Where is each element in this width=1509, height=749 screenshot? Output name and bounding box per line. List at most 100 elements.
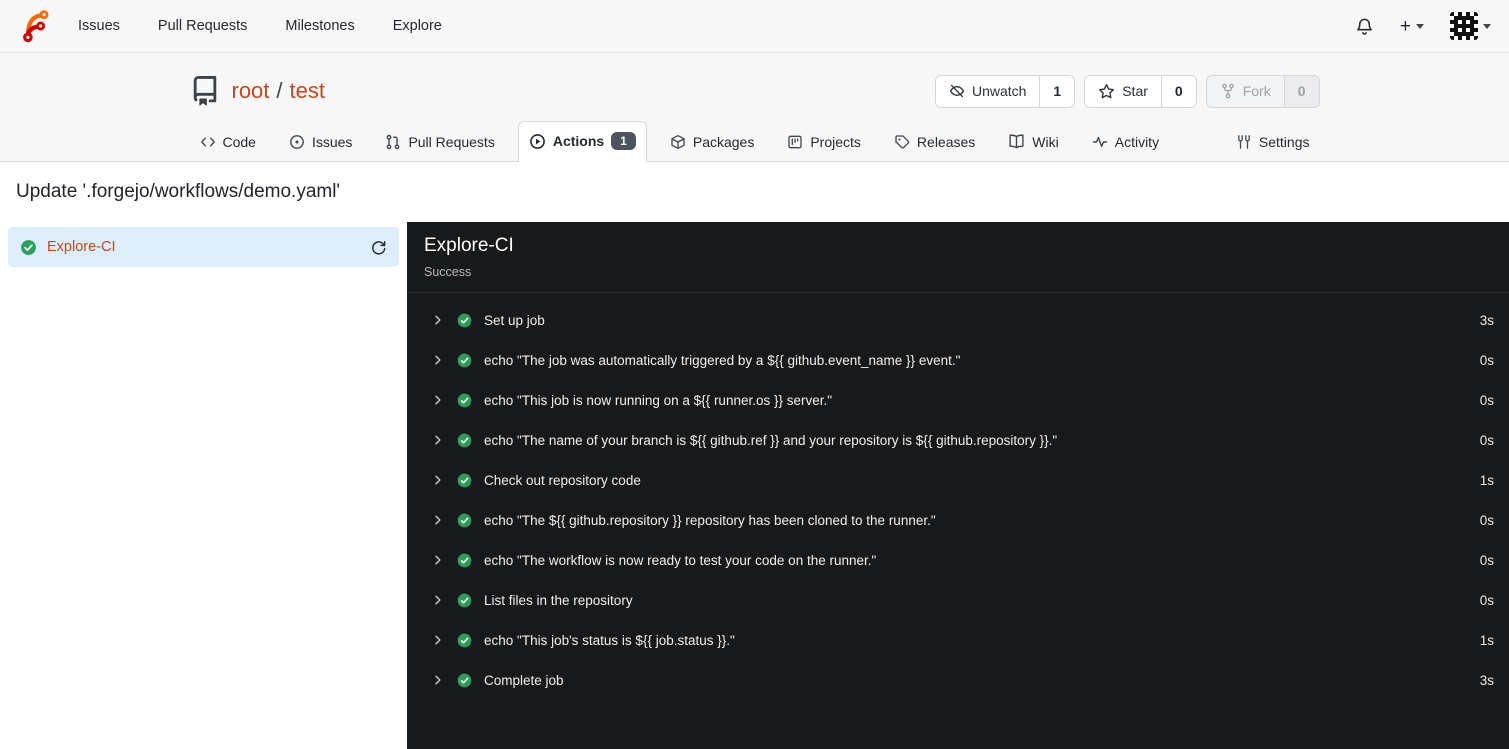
fork-button-group: Fork 0 xyxy=(1205,74,1320,108)
nav-link-pull-requests[interactable]: Pull Requests xyxy=(158,18,247,34)
play-circle-icon xyxy=(529,133,546,150)
breadcrumb-separator: / xyxy=(276,78,283,103)
tab-projects[interactable]: Projects xyxy=(777,124,871,161)
step-row[interactable]: Set up job 3s xyxy=(407,300,1509,340)
tab-settings[interactable]: Settings xyxy=(1226,124,1320,161)
step-success-check-icon xyxy=(457,513,472,528)
job-log-panel: Explore-CI Success Set up job 3s echo "T… xyxy=(407,222,1509,749)
panel-job-name: Explore-CI xyxy=(424,235,514,256)
repo-owner-link[interactable]: root xyxy=(232,78,270,103)
nav-link-explore[interactable]: Explore xyxy=(393,18,442,34)
nav-link-milestones[interactable]: Milestones xyxy=(285,18,354,34)
step-success-check-icon xyxy=(457,553,472,568)
step-success-check-icon xyxy=(457,473,472,488)
chevron-right-icon xyxy=(432,634,444,646)
repo-header: root / test Unwatch 1 Star 0 Fork 0 Code… xyxy=(0,53,1509,162)
forgejo-logo-icon[interactable] xyxy=(18,7,52,45)
step-duration: 1s xyxy=(1479,472,1494,488)
unwatch-button[interactable]: Unwatch xyxy=(936,76,1039,107)
project-board-icon xyxy=(787,134,803,150)
tag-icon xyxy=(894,134,910,150)
user-menu-button[interactable] xyxy=(1450,12,1491,40)
chevron-right-icon xyxy=(432,394,444,406)
nav-link-issues[interactable]: Issues xyxy=(78,18,120,34)
step-row[interactable]: echo "The workflow is now ready to test … xyxy=(407,540,1509,580)
step-success-check-icon xyxy=(457,313,472,328)
book-open-icon xyxy=(1008,133,1025,150)
step-label: echo "This job's status is ${{ job.statu… xyxy=(484,632,735,648)
tab-activity[interactable]: Activity xyxy=(1082,124,1169,161)
tab-actions[interactable]: Actions 1 xyxy=(517,121,647,162)
forks-count[interactable]: 0 xyxy=(1283,75,1319,107)
step-row[interactable]: echo "This job is now running on a ${{ r… xyxy=(407,380,1509,420)
step-row[interactable]: echo "This job's status is ${{ job.statu… xyxy=(407,620,1509,660)
chevron-right-icon xyxy=(432,554,444,566)
step-label: echo "The name of your branch is ${{ git… xyxy=(484,432,1058,448)
tab-pull-requests[interactable]: Pull Requests xyxy=(375,124,504,161)
step-success-check-icon xyxy=(457,393,472,408)
refresh-icon[interactable] xyxy=(370,239,387,256)
watchers-count[interactable]: 1 xyxy=(1039,75,1074,107)
repo-breadcrumb: root / test xyxy=(232,78,326,104)
step-success-check-icon xyxy=(457,633,472,648)
step-row[interactable]: List files in the repository 0s xyxy=(407,580,1509,620)
chevron-right-icon xyxy=(432,434,444,446)
star-icon xyxy=(1098,83,1115,100)
step-label: echo "The job was automatically triggere… xyxy=(484,352,961,368)
tab-wiki[interactable]: Wiki xyxy=(998,123,1068,161)
job-name-label: Explore-CI xyxy=(47,239,116,255)
step-success-check-icon xyxy=(457,593,472,608)
step-label: echo "The workflow is now ready to test … xyxy=(484,552,877,568)
step-duration: 0s xyxy=(1479,352,1494,368)
chevron-right-icon xyxy=(432,474,444,486)
fork-button[interactable]: Fork xyxy=(1207,76,1284,107)
settings-tools-icon xyxy=(1236,134,1252,150)
step-label: echo "The ${{ github.repository }} repos… xyxy=(484,512,936,528)
star-button[interactable]: Star xyxy=(1085,76,1161,107)
user-avatar xyxy=(1450,12,1478,40)
star-button-group: Star 0 xyxy=(1084,74,1197,108)
step-row[interactable]: echo "The ${{ github.repository }} repos… xyxy=(407,500,1509,540)
git-fork-icon xyxy=(1220,83,1236,99)
job-log-header: Explore-CI Success xyxy=(407,222,1509,293)
stars-count[interactable]: 0 xyxy=(1160,75,1196,107)
chevron-down-icon xyxy=(1483,23,1491,29)
jobs-sidebar: Explore-CI xyxy=(0,222,407,749)
watch-button-group: Unwatch 1 xyxy=(934,74,1076,108)
tab-releases[interactable]: Releases xyxy=(884,124,985,161)
job-status-text: Success xyxy=(424,265,472,279)
step-label: Complete job xyxy=(484,672,564,688)
step-success-check-icon xyxy=(457,673,472,688)
step-row[interactable]: Complete job 3s xyxy=(407,660,1509,700)
actions-count-badge: 1 xyxy=(611,132,636,150)
tab-issues[interactable]: Issues xyxy=(279,124,362,161)
package-icon xyxy=(670,134,686,150)
step-label: List files in the repository xyxy=(484,592,633,608)
notifications-button[interactable] xyxy=(1355,17,1374,36)
step-row[interactable]: echo "The name of your branch is ${{ git… xyxy=(407,420,1509,460)
repo-tabbar: Code Issues Pull Requests Actions 1 Pack… xyxy=(190,120,1320,162)
eye-slash-icon xyxy=(949,83,965,99)
chevron-right-icon xyxy=(432,314,444,326)
git-pull-request-icon xyxy=(385,134,401,150)
step-duration: 3s xyxy=(1479,312,1494,328)
issue-opened-icon xyxy=(289,134,305,150)
step-duration: 0s xyxy=(1479,552,1494,568)
tab-code[interactable]: Code xyxy=(190,124,266,161)
step-row[interactable]: echo "The job was automatically triggere… xyxy=(407,340,1509,380)
code-icon xyxy=(200,134,216,150)
tab-packages[interactable]: Packages xyxy=(660,124,764,161)
steps-list: Set up job 3s echo "The job was automati… xyxy=(407,293,1509,700)
job-success-check-icon xyxy=(20,239,37,256)
step-label: echo "This job is now running on a ${{ r… xyxy=(484,392,833,408)
step-duration: 3s xyxy=(1479,672,1494,688)
chevron-right-icon xyxy=(432,514,444,526)
run-title: Update '.forgejo/workflows/demo.yaml' xyxy=(16,181,341,202)
create-new-button[interactable]: + xyxy=(1400,17,1424,36)
chevron-right-icon xyxy=(432,354,444,366)
repo-name-link[interactable]: test xyxy=(290,78,325,103)
job-item-explore-ci[interactable]: Explore-CI xyxy=(8,227,399,267)
pulse-icon xyxy=(1092,134,1108,150)
step-row[interactable]: Check out repository code 1s xyxy=(407,460,1509,500)
step-duration: 0s xyxy=(1479,392,1494,408)
